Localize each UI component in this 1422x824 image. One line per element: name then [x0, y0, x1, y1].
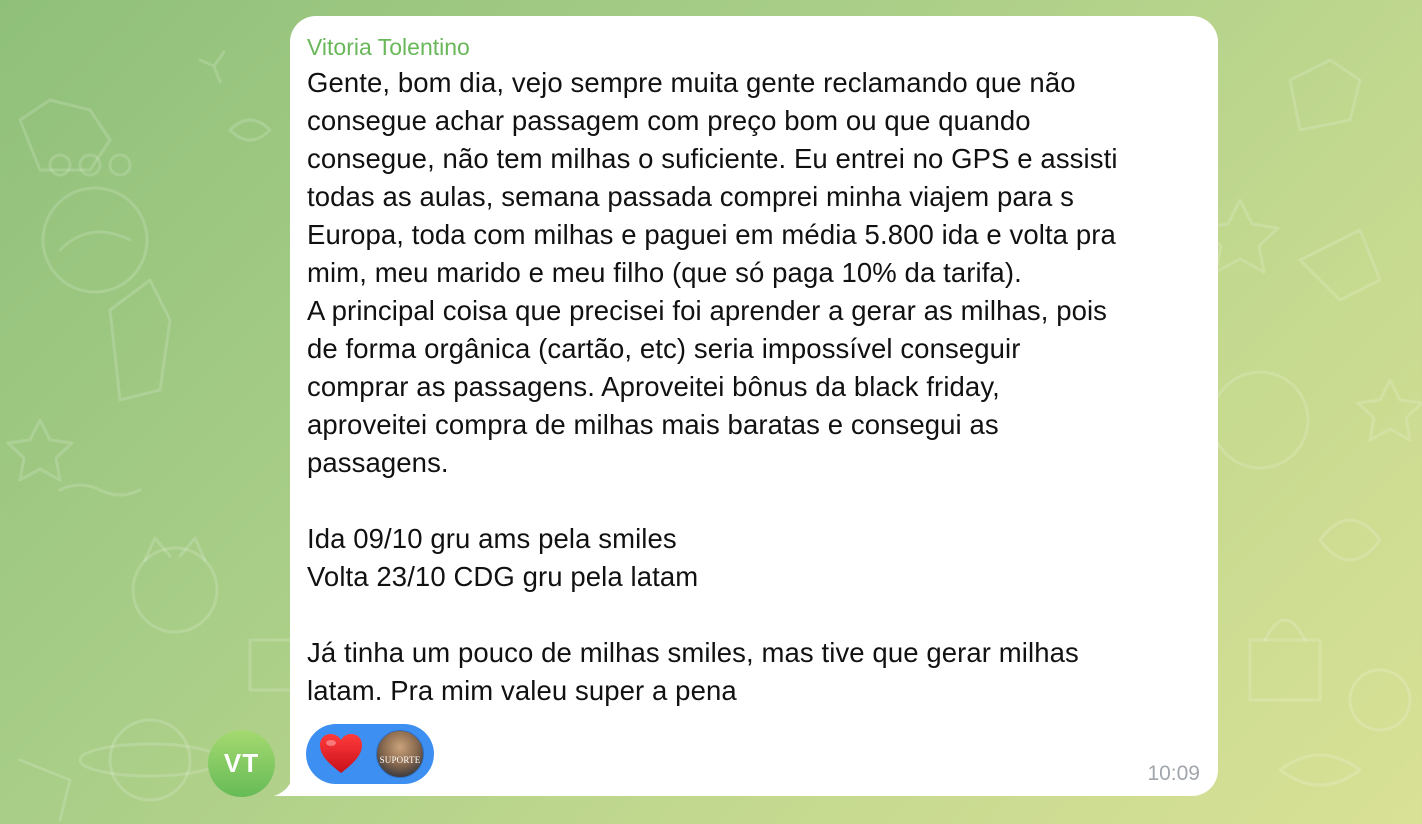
reaction-pill[interactable]: SUPORTE: [306, 724, 434, 784]
message-text: Gente, bom dia, vejo sempre muita gente …: [307, 67, 1118, 706]
reactor-label: SUPORTE: [379, 755, 421, 765]
sender-name[interactable]: Vitoria Tolentino: [307, 32, 1200, 62]
message-bubble[interactable]: Vitoria Tolentino Gente, bom dia, vejo s…: [290, 16, 1218, 796]
avatar-initials: VT: [223, 748, 260, 778]
message-time: 10:09: [1147, 762, 1200, 785]
heart-icon: [320, 734, 362, 773]
reactor-avatar[interactable]: SUPORTE: [376, 730, 424, 778]
sender-avatar[interactable]: VT: [208, 730, 275, 797]
